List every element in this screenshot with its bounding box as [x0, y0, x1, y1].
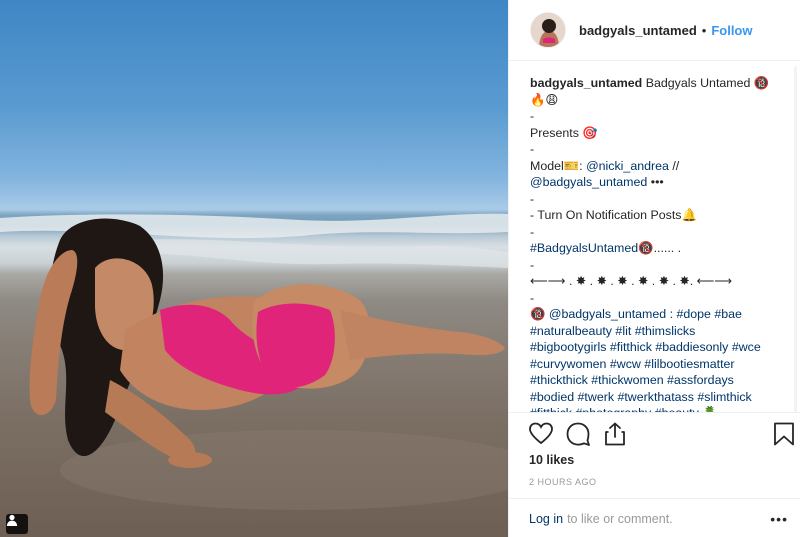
header-username[interactable]: badgyals_untamed [579, 23, 697, 38]
caption-link[interactable]: @badgyals_untamed [530, 175, 647, 189]
caption-text: Presents 🎯 [530, 125, 598, 140]
avatar[interactable] [530, 12, 566, 48]
caption-text: - [530, 224, 535, 239]
caption-line: - [530, 141, 792, 158]
caption-link[interactable]: #bodied #twerk #twerkthatass #slimthick [530, 390, 752, 404]
comment-login-bar: Log in to like or comment. [509, 498, 800, 537]
caption-text: Model🎫: [530, 158, 587, 173]
caption-text: ...... . [653, 241, 682, 255]
caption-line: 🔞 @badgyals_untamed : #dope #bae [530, 306, 792, 323]
caption-link[interactable]: #curvywomen #wcw #lilbootiesmatter [530, 357, 735, 371]
caption-text: - [530, 191, 535, 206]
header-separator: • [701, 22, 707, 38]
beach-photo-illustration [0, 213, 508, 510]
caption-text: 🔥😩 [530, 92, 559, 107]
caption-link[interactable]: #bigbootygirls #fitthick #baddiesonly #w… [530, 340, 761, 354]
caption-line: #thickthick #thickwomen #assfordays [530, 372, 792, 389]
more-options-button[interactable]: ••• [770, 511, 788, 527]
caption-text: - [530, 290, 535, 305]
caption-link[interactable]: #BadgyalsUntamed🔞 [530, 241, 654, 255]
caption-line: Presents 🎯 [530, 125, 792, 142]
caption-link[interactable]: #thickthick #thickwomen #assfordays [530, 373, 734, 387]
caption-text: - Turn On Notification Posts🔔 [530, 208, 697, 222]
caption-text: - [530, 257, 535, 272]
likes-count[interactable]: 10 likes [529, 453, 574, 467]
bookmark-icon[interactable] [771, 421, 797, 447]
post-photo[interactable] [0, 0, 508, 537]
share-icon[interactable] [602, 421, 628, 447]
action-bar: 10 likes 2 HOURS AGO Log in to like or c… [509, 412, 800, 537]
caption-line: #BadgyalsUntamed🔞...... . [530, 240, 792, 257]
caption-line: - [530, 191, 792, 208]
caption-text: ⟵⟶ . ✸ . ✸ . ✸ . ✸ . ✸ . ✸. ⟵⟶ [530, 274, 733, 288]
caption-text: // [668, 158, 680, 173]
caption-line: ⟵⟶ . ✸ . ✸ . ✸ . ✸ . ✸ . ✸. ⟵⟶ [530, 273, 792, 290]
caption-line: #fitthick #photography #beauty 🍍 [530, 405, 792, 412]
caption: badgyals_untamed Badgyals Untamed 🔞 🔥😩 - Pr… [530, 75, 792, 412]
heart-icon[interactable] [528, 421, 554, 447]
caption-line: #curvywomen #wcw #lilbootiesmatter [530, 356, 792, 373]
caption-text: - [530, 142, 535, 156]
caption-line: - [530, 224, 792, 241]
caption-line: 🔥😩 [530, 92, 792, 109]
caption-username[interactable]: badgyals_untamed [530, 76, 642, 90]
user-tag-icon[interactable] [6, 514, 28, 534]
post-timestamp[interactable]: 2 HOURS AGO [529, 477, 597, 487]
post-header: badgyals_untamed • Follow [509, 0, 800, 61]
caption-line: #naturalbeauty #lit #thimslicks [530, 323, 792, 340]
comment-prompt: to like or comment. [567, 511, 673, 526]
caption-line: - [530, 108, 792, 125]
caption-line: #bodied #twerk #twerkthatass #slimthick [530, 389, 792, 406]
caption-scrollbar[interactable] [794, 66, 797, 412]
caption-line: #bigbootygirls #fitthick #baddiesonly #w… [530, 339, 792, 356]
caption-link[interactable]: @nicki_andrea [586, 159, 669, 173]
post-details-panel: badgyals_untamed • Follow badgyals_untam… [508, 0, 800, 537]
caption-text: - [530, 109, 535, 123]
caption-text: 🔞 [530, 307, 549, 321]
caption-line: - [530, 290, 792, 307]
caption-line: badgyals_untamed Badgyals Untamed 🔞 [530, 75, 792, 92]
login-link[interactable]: Log in [529, 512, 563, 526]
comment-icon[interactable] [565, 421, 591, 447]
caption-link[interactable]: #naturalbeauty #lit #thimslicks [530, 324, 695, 338]
caption-text: ••• [647, 175, 664, 189]
person-glyph [6, 514, 18, 526]
caption-line: - [530, 257, 792, 274]
follow-button[interactable]: Follow [711, 23, 752, 38]
caption-line: Model🎫: @nicki_andrea // [530, 158, 792, 175]
caption-line: - Turn On Notification Posts🔔 [530, 207, 792, 224]
avatar-image [531, 13, 565, 47]
caption-text: Badgyals Untamed 🔞 [642, 76, 770, 90]
caption-line: @badgyals_untamed ••• [530, 174, 792, 191]
caption-link[interactable]: @badgyals_untamed : #dope #bae [549, 307, 742, 321]
